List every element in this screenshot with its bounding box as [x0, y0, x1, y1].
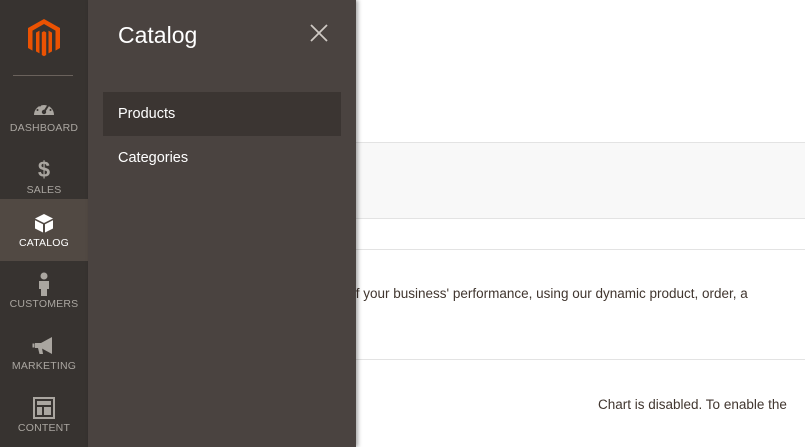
sidebar-item-label: DASHBOARD	[9, 122, 79, 134]
sidebar-item-label: CATALOG	[18, 237, 70, 249]
sidebar-item-marketing[interactable]: MARKETING	[0, 323, 88, 385]
dashboard-content: d of your business' performance, using o…	[337, 0, 805, 447]
sidebar-divider	[13, 75, 73, 76]
box-icon	[34, 210, 54, 236]
close-button[interactable]	[308, 22, 330, 44]
megaphone-icon	[32, 333, 56, 359]
catalog-flyout-menu: Catalog Products Categories	[88, 0, 356, 447]
submenu-item-products[interactable]: Products	[103, 92, 341, 136]
dashboard-gauge-icon	[32, 95, 56, 121]
magento-logo[interactable]	[0, 0, 88, 76]
admin-sidebar: DASHBOARD $ SALES CATALOG CUSTOMERS MARK…	[0, 0, 88, 447]
submenu-item-label: Categories	[118, 150, 189, 166]
layout-icon	[33, 395, 55, 421]
sidebar-item-dashboard[interactable]: DASHBOARD	[0, 85, 88, 147]
submenu-item-categories[interactable]: Categories	[103, 136, 341, 180]
magento-logo-icon	[28, 19, 60, 57]
flyout-title: Catalog	[118, 22, 198, 48]
sidebar-item-catalog[interactable]: CATALOG	[0, 199, 88, 261]
sidebar-item-label: SALES	[26, 184, 62, 196]
sidebar-item-label: CONTENT	[17, 422, 71, 434]
submenu-item-label: Products	[118, 106, 176, 122]
dashboard-info-band	[356, 142, 805, 219]
sidebar-item-content[interactable]: CONTENT	[0, 385, 88, 447]
sidebar-item-label: MARKETING	[11, 360, 77, 372]
chart-disabled-message: Chart is disabled. To enable the	[598, 397, 787, 412]
dollar-icon: $	[37, 157, 51, 182]
sidebar-item-customers[interactable]: CUSTOMERS	[0, 261, 88, 323]
divider	[356, 249, 805, 250]
sidebar-item-label: CUSTOMERS	[9, 298, 79, 310]
close-icon	[310, 24, 328, 42]
divider	[356, 359, 805, 360]
person-icon	[37, 271, 51, 297]
dashboard-description: d of your business' performance, using o…	[337, 286, 748, 301]
